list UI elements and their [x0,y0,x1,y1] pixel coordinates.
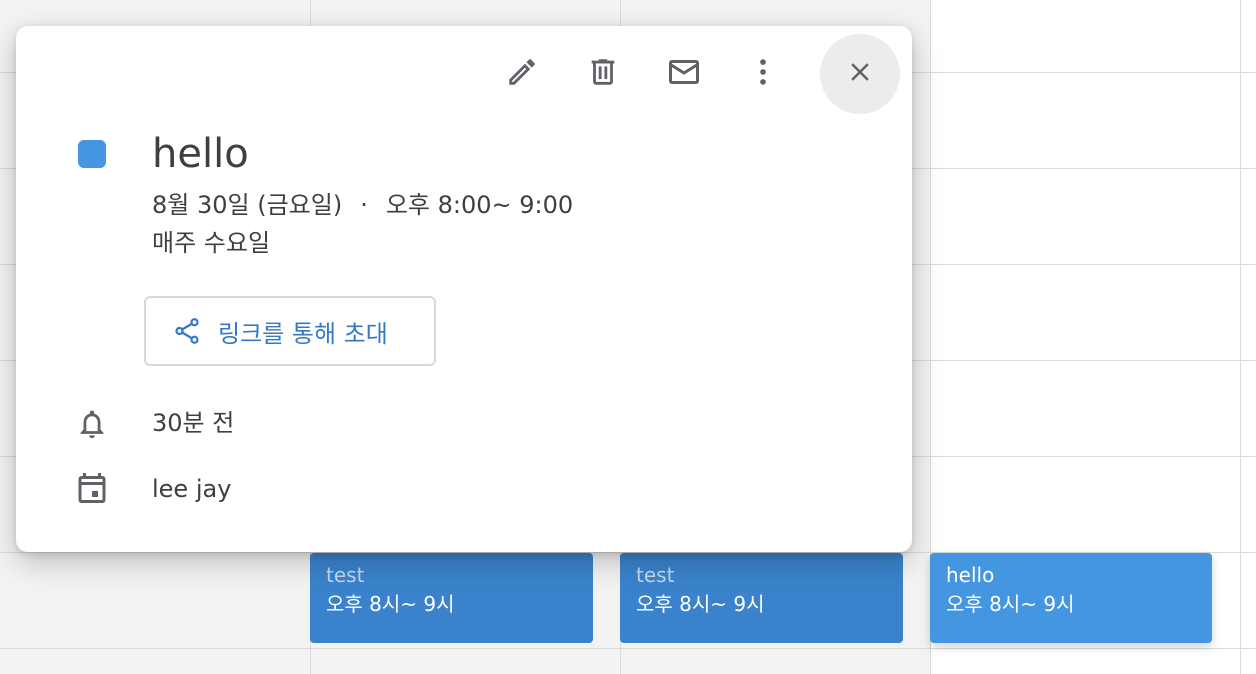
event-date-separator: · [360,191,368,219]
close-icon [845,57,875,91]
event-date: 8월 30일 (금요일) [152,191,343,219]
invite-via-link-button[interactable]: 링크를 통해 초대 [144,296,436,366]
share-icon [172,316,202,346]
event-chip-time: 오후 8시~ 9시 [636,592,765,616]
calendar-event-chip-selected[interactable]: hello 오후 8시~ 9시 [930,553,1212,643]
event-details-popup: hello 8월 30일 (금요일) · 오후 8:00~ 9:00 매주 수요일 … [16,26,912,552]
calendar-event-chip[interactable]: test 오후 8시~ 9시 [620,553,903,643]
event-recurrence: 매주 수요일 [152,229,271,257]
bell-icon [74,406,110,442]
grid-row-divider [0,648,1256,649]
delete-button[interactable] [585,56,621,92]
event-chip-title: hello [946,563,995,587]
event-chip-time: 오후 8시~ 9시 [326,592,455,616]
calendar-icon [74,470,110,506]
event-title: hello [152,131,249,177]
invite-via-link-label: 링크를 통해 초대 [218,319,388,348]
event-chip-time: 오후 8시~ 9시 [946,592,1075,616]
more-vert-icon [746,55,780,93]
email-guests-button[interactable] [666,56,702,92]
event-chip-title: test [326,563,365,587]
mail-icon [666,54,702,94]
pencil-icon [505,55,539,93]
event-date-time: 8월 30일 (금요일) · 오후 8:00~ 9:00 [152,188,573,222]
event-chip-title: test [636,563,675,587]
calendar-event-chip[interactable]: test 오후 8시~ 9시 [310,553,593,643]
grid-column-divider [1240,0,1241,674]
reminder-text: 30분 전 [152,409,235,437]
event-time: 오후 8:00~ 9:00 [385,191,574,219]
event-color-swatch [78,140,106,168]
close-button[interactable] [820,34,900,114]
calendar-owner: lee jay [152,475,232,503]
more-options-button[interactable] [745,56,781,92]
edit-button[interactable] [504,56,540,92]
trash-icon [586,55,620,93]
